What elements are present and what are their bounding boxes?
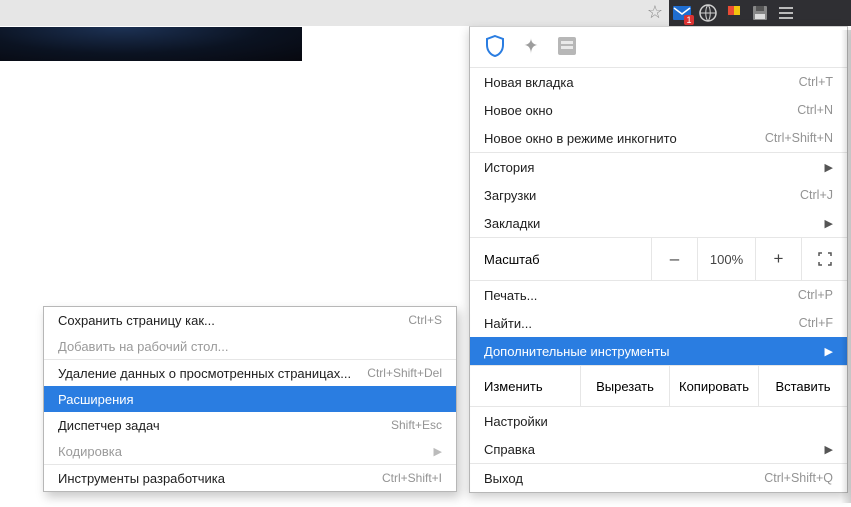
menu-more-tools[interactable]: Дополнительные инструменты ▶ [470, 337, 847, 365]
save-ext-icon[interactable] [747, 0, 773, 26]
copy-button[interactable]: Копировать [669, 366, 758, 406]
submenu-clear-browsing-data[interactable]: Удаление данных о просмотренных страница… [44, 360, 456, 386]
label: Новое окно [484, 103, 797, 118]
submenu-encoding[interactable]: Кодировка ▶ [44, 438, 456, 464]
shortcut: Ctrl+J [800, 188, 833, 202]
chrome-main-menu: Новая вкладка Ctrl+T Новое окно Ctrl+N Н… [469, 26, 848, 493]
more-tools-submenu: Сохранить страницу как... Ctrl+S Добавит… [43, 306, 457, 492]
menu-settings[interactable]: Настройки [470, 407, 847, 435]
shortcut: Ctrl+S [408, 313, 442, 327]
shortcut: Ctrl+Shift+Q [764, 471, 833, 485]
shortcut: Shift+Esc [391, 418, 442, 432]
browser-toolbar: ☆ 1 [0, 0, 851, 26]
page-background [0, 27, 302, 61]
fullscreen-button[interactable] [801, 238, 847, 280]
submenu-extensions[interactable]: Расширения [44, 386, 456, 412]
submenu-devtools[interactable]: Инструменты разработчика Ctrl+Shift+I [44, 465, 456, 491]
submenu-arrow-icon: ▶ [825, 217, 833, 230]
submenu-task-manager[interactable]: Диспетчер задач Shift+Esc [44, 412, 456, 438]
menu-find[interactable]: Найти... Ctrl+F [470, 309, 847, 337]
label: Закладки [484, 216, 815, 231]
label: История [484, 160, 815, 175]
submenu-save-page[interactable]: Сохранить страницу как... Ctrl+S [44, 307, 456, 333]
mail-badge: 1 [684, 15, 694, 25]
label: Новая вкладка [484, 75, 799, 90]
menu-edit: Изменить Вырезать Копировать Вставить [470, 366, 847, 406]
shortcut: Ctrl+Shift+Del [367, 366, 442, 380]
app-shortcut-row [470, 27, 847, 67]
label: Сохранить страницу как... [58, 313, 408, 328]
submenu-arrow-icon: ▶ [825, 161, 833, 174]
label: Справка [484, 442, 815, 457]
label: Печать... [484, 288, 798, 303]
shield-app-icon[interactable] [484, 35, 506, 57]
zoom-in-button[interactable]: + [755, 238, 801, 280]
pdf-app-icon[interactable] [520, 35, 542, 57]
menu-help[interactable]: Справка ▶ [470, 435, 847, 463]
label: Удаление данных о просмотренных страница… [58, 366, 367, 381]
shortcut: Ctrl+T [799, 75, 833, 89]
hamburger-menu-icon[interactable] [773, 0, 799, 26]
globe-ext-icon[interactable] [695, 0, 721, 26]
shortcut: Ctrl+F [799, 316, 833, 330]
label: Добавить на рабочий стол... [58, 339, 442, 354]
shortcut: Ctrl+Shift+N [765, 131, 833, 145]
menu-bookmarks[interactable]: Закладки ▶ [470, 209, 847, 237]
label: Загрузки [484, 188, 800, 203]
label: Новое окно в режиме инкогнито [484, 131, 765, 146]
mail-ext-icon[interactable]: 1 [669, 0, 695, 26]
bookmark-star-icon[interactable]: ☆ [647, 2, 663, 23]
omnibox-area[interactable] [0, 0, 669, 26]
label: Выход [484, 471, 764, 486]
menu-downloads[interactable]: Загрузки Ctrl+J [470, 181, 847, 209]
shortcut: Ctrl+N [797, 103, 833, 117]
shortcut: Ctrl+P [798, 288, 833, 302]
label: Диспетчер задач [58, 418, 391, 433]
label: Расширения [58, 392, 442, 407]
label: Дополнительные инструменты [484, 344, 815, 359]
label: Масштаб [484, 252, 651, 267]
submenu-arrow-icon: ▶ [825, 345, 833, 358]
zoom-value: 100% [697, 238, 755, 280]
label: Найти... [484, 316, 799, 331]
menu-print[interactable]: Печать... Ctrl+P [470, 281, 847, 309]
menu-history[interactable]: История ▶ [470, 153, 847, 181]
zoom-out-button[interactable]: – [651, 238, 697, 280]
label: Изменить [470, 366, 580, 406]
paste-button[interactable]: Вставить [758, 366, 847, 406]
menu-zoom: Масштаб – 100% + [470, 238, 847, 280]
label: Инструменты разработчика [58, 471, 382, 486]
submenu-arrow-icon: ▶ [825, 443, 833, 456]
menu-incognito[interactable]: Новое окно в режиме инкогнито Ctrl+Shift… [470, 124, 847, 152]
cut-button[interactable]: Вырезать [580, 366, 669, 406]
submenu-arrow-icon: ▶ [434, 445, 442, 458]
label: Кодировка [58, 444, 424, 459]
extension-tray: 1 [669, 0, 851, 26]
menu-new-tab[interactable]: Новая вкладка Ctrl+T [470, 68, 847, 96]
menu-new-window[interactable]: Новое окно Ctrl+N [470, 96, 847, 124]
shortcut: Ctrl+Shift+I [382, 471, 442, 485]
flag-ext-icon[interactable] [721, 0, 747, 26]
submenu-add-to-desktop: Добавить на рабочий стол... [44, 333, 456, 359]
label: Настройки [484, 414, 833, 429]
misc-app-icon[interactable] [556, 35, 578, 57]
menu-exit[interactable]: Выход Ctrl+Shift+Q [470, 464, 847, 492]
